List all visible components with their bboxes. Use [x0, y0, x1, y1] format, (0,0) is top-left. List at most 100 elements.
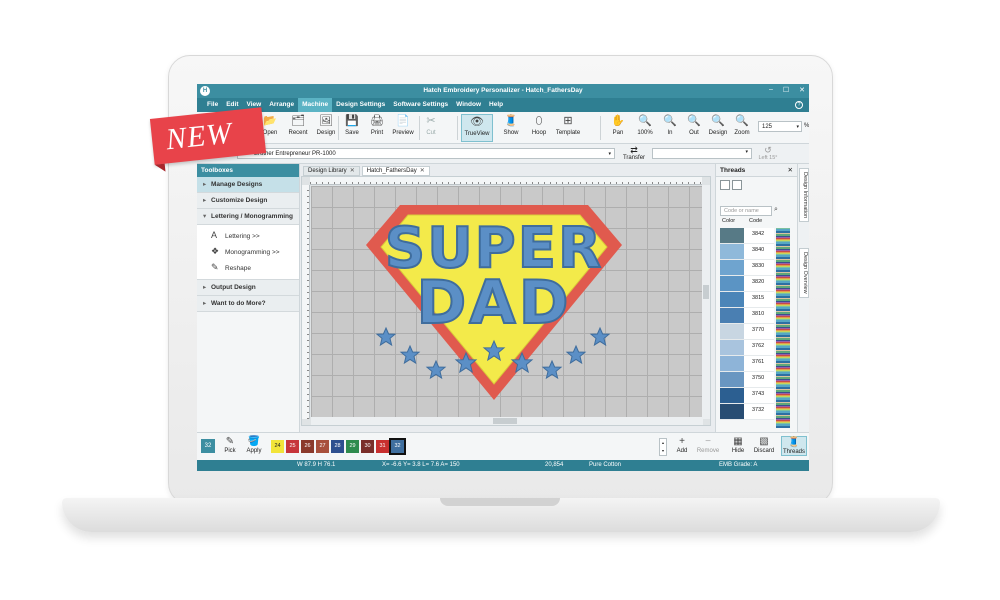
color-swatch[interactable]: 31	[376, 440, 389, 453]
close-icon[interactable]: ✕	[420, 168, 425, 174]
close-button[interactable]: ✕	[799, 86, 805, 94]
tab-design-library[interactable]: Design Library ✕	[303, 166, 360, 176]
cut-button[interactable]: ✂ Cut	[416, 114, 446, 142]
thread-code: 3830	[752, 263, 765, 269]
threads-title: Threads ✕	[716, 164, 797, 177]
discard-button[interactable]: ▧ Discard	[751, 436, 777, 454]
thread-row[interactable]: 3815	[720, 292, 774, 308]
scroll-thumb[interactable]	[493, 418, 517, 424]
thread-row[interactable]: 3810	[720, 308, 774, 324]
zoom-box-button[interactable]: 🔍 Zoom	[727, 114, 757, 142]
status-size: W 87.9 H 76.1	[297, 462, 336, 468]
threads-button[interactable]: 🧵 Threads	[781, 436, 807, 456]
thread-code: 3815	[752, 295, 765, 301]
thread-row[interactable]: 3750	[720, 372, 774, 388]
color-swatch[interactable]: 26	[301, 440, 314, 453]
remove-button[interactable]: − Remove	[695, 436, 721, 454]
folder-open-icon: 📂	[263, 115, 277, 127]
color-swatch[interactable]: 25	[286, 440, 299, 453]
help-icon[interactable]: ?	[795, 101, 803, 109]
tab-hatch-fathersday[interactable]: Hatch_FathersDay ✕	[361, 166, 430, 176]
close-icon[interactable]: ✕	[350, 168, 355, 174]
paint-bucket-icon: 🪣	[247, 436, 261, 447]
hide-icon: ▦	[733, 436, 743, 447]
recent-folder-icon: 🗂	[291, 115, 305, 127]
chevron-down-icon: ▾	[796, 124, 799, 130]
color-swatch[interactable]: 32	[389, 438, 406, 455]
menu-file[interactable]: File	[203, 98, 222, 112]
tab-design-overview[interactable]: Design Overview	[799, 248, 809, 298]
list-scroll-stepper[interactable]: ▴ ▾	[659, 438, 667, 456]
section-output-design[interactable]: ▸ Output Design	[197, 280, 299, 296]
design-canvas[interactable]: SUPER DAD	[301, 176, 711, 426]
scroll-thumb[interactable]	[703, 285, 709, 299]
thread-row[interactable]: 3842	[720, 228, 774, 244]
color-swatch[interactable]: 29	[346, 440, 359, 453]
reshape-icon: ✎	[211, 262, 219, 272]
menu-machine[interactable]: Machine	[298, 98, 333, 112]
menu-arrange[interactable]: Arrange	[265, 98, 298, 112]
thread-code: 3810	[752, 311, 765, 317]
minimize-button[interactable]: –	[769, 86, 773, 94]
machine-select[interactable]: Brother Entrepreneur PR-1000 ▾	[237, 148, 615, 159]
monogramming-tool[interactable]: ❖ Monogramming >>	[197, 243, 299, 259]
preview-icon: 📄	[396, 115, 410, 127]
recent-button[interactable]: 🗂 Recent	[283, 114, 313, 142]
menu-help[interactable]: Help	[485, 98, 507, 112]
thread-row[interactable]: 3732	[720, 404, 774, 420]
hoop-select[interactable]: ▾	[652, 148, 752, 159]
section-lettering-monogramming[interactable]: ▾ Lettering / Monogramming	[197, 209, 299, 225]
menu-design-settings[interactable]: Design Settings	[332, 98, 389, 112]
color-swatch[interactable]: 28	[331, 440, 344, 453]
rotate-left-button[interactable]: ↺ Left 15°	[755, 145, 781, 161]
thread-color-swatch	[720, 324, 744, 339]
hide-button[interactable]: ▦ Hide	[727, 436, 749, 454]
thread-palette-strip[interactable]	[776, 228, 790, 428]
show-button[interactable]: 🧵 Show	[496, 114, 526, 142]
search-icon[interactable]: ⌕	[774, 206, 778, 214]
thread-grid-icon[interactable]	[732, 180, 742, 190]
lettering-tool[interactable]: A Lettering >>	[197, 227, 299, 243]
pick-button[interactable]: ✎ Pick	[219, 436, 241, 454]
thread-color-swatch	[720, 228, 744, 243]
color-swatch[interactable]: 30	[361, 440, 374, 453]
thread-row[interactable]: 3761	[720, 356, 774, 372]
star-icon	[425, 359, 447, 380]
zoom-level-select[interactable]: 125 ▾	[758, 121, 802, 132]
section-manage-designs[interactable]: ▸ Manage Designs	[197, 177, 299, 193]
color-swatch[interactable]: 24	[271, 440, 284, 453]
zoom-box-icon: 🔍	[735, 115, 749, 127]
trueview-button[interactable]: 👁 TrueView	[461, 114, 493, 142]
close-icon[interactable]: ✕	[788, 164, 793, 177]
hoop-button[interactable]: ⬯ Hoop	[524, 114, 554, 142]
thread-row[interactable]: 3840	[720, 244, 774, 260]
apply-button[interactable]: 🪣 Apply	[243, 436, 265, 454]
template-button[interactable]: ⊞ Template	[552, 114, 584, 142]
thread-code: 3743	[752, 391, 765, 397]
pan-button[interactable]: ✋ Pan	[603, 114, 633, 142]
thread-row[interactable]: 3743	[720, 388, 774, 404]
add-button[interactable]: + Add	[671, 436, 693, 454]
vertical-scrollbar[interactable]	[702, 185, 710, 419]
scissors-icon: ✂	[426, 115, 436, 127]
transfer-button[interactable]: ⇄ Transfer	[621, 145, 647, 161]
thread-row[interactable]: 3770	[720, 324, 774, 340]
status-emb-grade: EMB Grade: A	[719, 462, 758, 468]
reshape-tool[interactable]: ✎ Reshape	[197, 259, 299, 275]
section-customize-design[interactable]: ▸ Customize Design	[197, 193, 299, 209]
thread-row[interactable]: 3830	[720, 260, 774, 276]
thread-code: 3750	[752, 375, 765, 381]
thread-row[interactable]: 3820	[720, 276, 774, 292]
color-swatch[interactable]: 27	[316, 440, 329, 453]
section-want-more[interactable]: ▸ Want to do More?	[197, 296, 299, 312]
menu-software-settings[interactable]: Software Settings	[389, 98, 452, 112]
maximize-button[interactable]: ☐	[783, 86, 789, 94]
thread-search-input[interactable]: Code or name	[720, 206, 772, 216]
super-dad-design[interactable]: SUPER DAD	[360, 195, 628, 407]
thread-chart-icon[interactable]	[720, 180, 730, 190]
thread-row[interactable]: 3762	[720, 340, 774, 356]
menu-window[interactable]: Window	[452, 98, 485, 112]
horizontal-scrollbar[interactable]	[311, 417, 703, 425]
tab-design-information[interactable]: Design Information	[799, 168, 809, 223]
preview-button[interactable]: 📄 Preview	[388, 114, 418, 142]
